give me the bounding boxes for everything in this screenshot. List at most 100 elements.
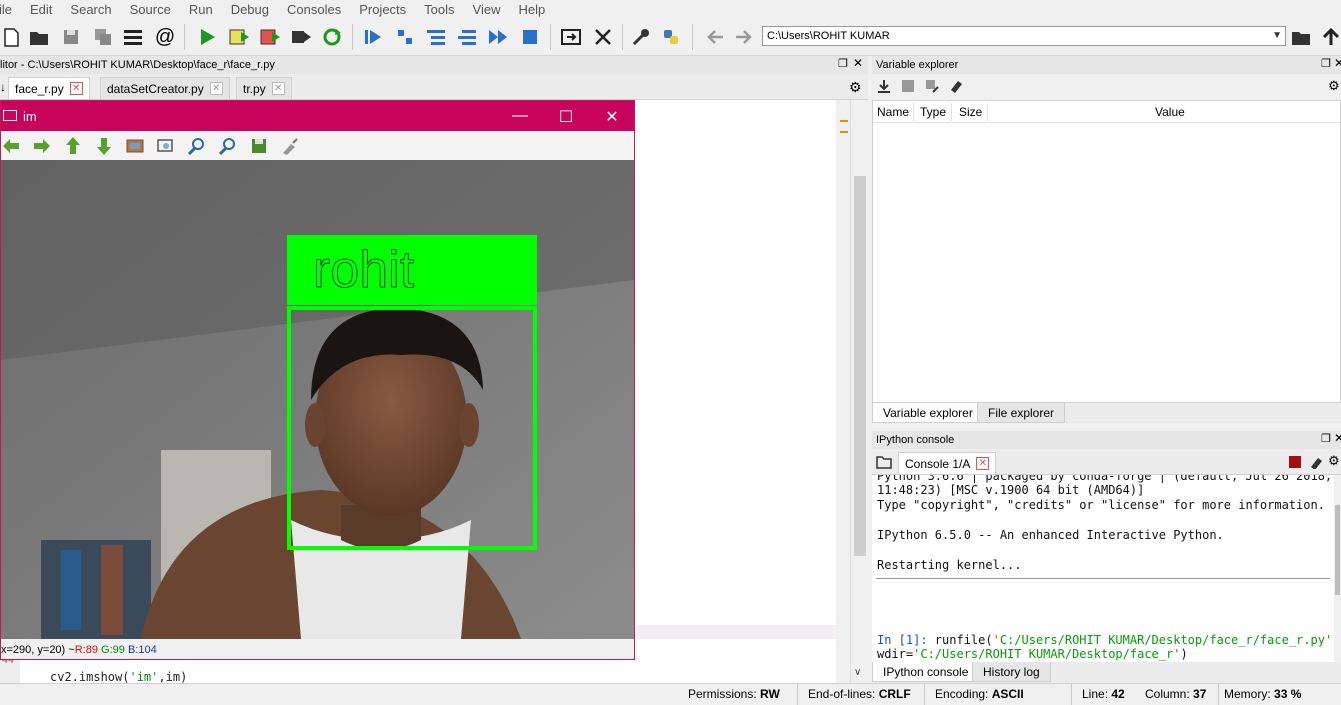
status-value: CRLF [878,687,911,701]
minimize-icon[interactable]: — [505,107,535,125]
menu-edit[interactable]: Edit [21,2,61,17]
maximize-pane-icon[interactable] [560,26,582,48]
scrollbar-thumb[interactable] [854,176,866,556]
forward-arrow-icon[interactable] [733,26,755,48]
new-file-icon[interactable] [0,26,22,48]
zoom-out-icon[interactable] [218,136,238,156]
run-selection-icon[interactable] [290,26,312,48]
scrollbar-thumb[interactable] [1335,505,1340,595]
fullscreen-icon[interactable] [592,26,614,48]
column-size[interactable]: Size [959,105,982,119]
close-tab-icon[interactable]: ✕ [271,82,285,95]
gear-icon[interactable]: ⚙ [849,79,862,96]
menu-tools[interactable]: Tools [415,2,463,17]
python-path-icon[interactable] [660,26,682,48]
tab-ipython-console[interactable]: IPython console [872,662,980,682]
import-data-icon[interactable] [876,78,892,97]
at-icon[interactable]: @ [154,26,176,48]
tab-file-explorer[interactable]: File explorer [977,403,1066,423]
browse-folder-icon[interactable] [1290,26,1312,48]
menu-run[interactable]: Run [180,2,222,17]
undock-icon[interactable]: ❐ [838,57,848,70]
pan-right-icon[interactable] [32,136,52,156]
save-all-icon[interactable] [92,26,114,48]
image-window[interactable]: im — ☐ ✕ rohit x=290, y=20) ~ R:89 G:99 … [0,100,635,660]
close-pane-icon[interactable]: ✕ [853,56,863,70]
menu-debug[interactable]: Debug [222,2,278,17]
close-icon[interactable]: ✕ [597,107,627,127]
console-scrollbar[interactable] [1334,475,1341,662]
close-tab-icon[interactable]: ✕ [976,457,990,470]
run-cell-icon[interactable] [228,26,250,48]
save-image-icon[interactable] [249,136,269,156]
image-window-titlebar[interactable]: im — ☐ ✕ [1,101,634,131]
variable-table-header: Name Type Size Value [873,101,1340,123]
pan-up-icon[interactable] [63,136,83,156]
menu-projects[interactable]: Projects [350,2,415,17]
tab-variable-explorer[interactable]: Variable explorer [872,403,984,423]
preferences-wrench-icon[interactable] [630,26,652,48]
pan-down-icon[interactable] [94,136,114,156]
scroll-down-icon[interactable]: ∨ [854,667,861,678]
gear-icon[interactable]: ⚙ [1328,453,1340,469]
stop-debug-icon[interactable] [519,26,541,48]
parent-directory-icon[interactable] [1320,26,1341,48]
editor-tab-bar: ↓ face_r.py ✕ dataSetCreator.py ✕ tr.py … [0,74,868,100]
pan-left-icon[interactable] [1,136,21,156]
list-icon[interactable] [122,26,144,48]
status-label: Column: [1145,687,1190,701]
step-into-icon[interactable] [425,26,447,48]
save-data-icon[interactable] [900,78,916,97]
chevron-down-icon[interactable]: ▼ [1272,30,1282,41]
variable-table[interactable]: Name Type Size Value [872,100,1341,403]
step-return-icon[interactable] [456,26,478,48]
current-line-highlight [636,625,836,639]
zoom-in-icon[interactable] [187,136,207,156]
maximize-icon[interactable]: ☐ [551,107,581,127]
gear-icon[interactable]: ⚙ [1328,78,1340,94]
close-pane-icon[interactable]: ✕ [1334,56,1341,70]
menu-view[interactable]: View [464,2,510,17]
debug-icon[interactable] [362,26,384,48]
continue-icon[interactable] [487,26,509,48]
column-value[interactable]: Value [1155,105,1185,119]
stop-kernel-icon[interactable] [1289,456,1301,468]
open-folder-icon[interactable] [28,26,50,48]
menu-file[interactable]: ile [0,2,21,17]
image-fit-icon[interactable] [125,136,145,156]
column-name[interactable]: Name [877,105,909,119]
code-text: cv2.imshow( [50,670,130,684]
run-icon[interactable] [196,26,218,48]
column-type[interactable]: Type [920,105,946,119]
back-arrow-icon[interactable] [704,26,726,48]
tab-history-log[interactable]: History log [972,662,1051,682]
working-directory-input[interactable]: C:\Users\ROHIT KUMAR ▼ [762,26,1286,46]
eraser-icon[interactable] [1308,455,1324,472]
step-icon[interactable] [394,26,416,48]
close-pane-icon[interactable]: ✕ [1334,431,1341,445]
rerun-icon[interactable] [322,26,344,48]
save-data-as-icon[interactable] [924,78,940,97]
save-icon[interactable] [60,26,82,48]
eraser-icon[interactable] [948,78,964,97]
close-tab-icon[interactable]: ✕ [69,82,83,95]
zoom-fit-icon[interactable] [156,136,176,156]
console-output[interactable]: Python 3.6.6 | packaged by conda-forge |… [872,475,1334,662]
tab-datasetcreator[interactable]: dataSetCreator.py ✕ [100,77,230,99]
editor-scrollbar[interactable] [850,100,868,683]
menu-help[interactable]: Help [509,2,554,17]
undock-icon[interactable]: ❐ [1321,57,1331,70]
tab-console-1a[interactable]: Console 1/A ✕ [898,452,997,474]
undock-icon[interactable]: ❐ [1321,432,1331,445]
tab-list-icon[interactable]: ↓ [0,80,6,94]
tab-face-r[interactable]: face_r.py ✕ [8,77,90,99]
tab-tr[interactable]: tr.py ✕ [236,77,292,99]
close-tab-icon[interactable]: ✕ [209,82,223,95]
menu-source[interactable]: Source [121,2,180,17]
menu-consoles[interactable]: Consoles [278,2,350,17]
menu-search[interactable]: Search [61,2,120,17]
run-cell-advance-icon[interactable] [259,26,281,48]
properties-brush-icon[interactable] [280,136,300,156]
folder-icon[interactable] [876,455,892,472]
webcam-frame[interactable]: rohit [1,160,634,639]
